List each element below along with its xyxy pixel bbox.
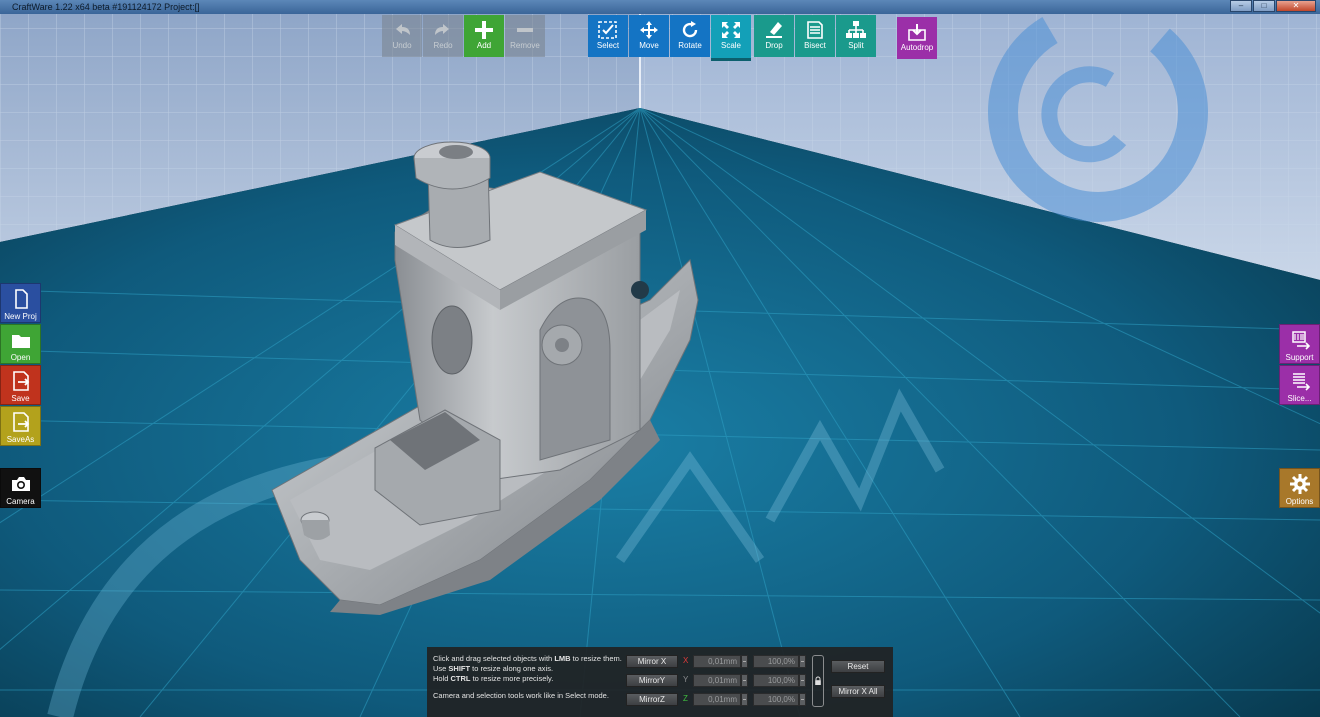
save-icon xyxy=(12,371,29,391)
window-title-bar: CraftWare 1.22 x64 beta #191124172 Proje… xyxy=(0,0,1320,14)
new-project-button[interactable]: New Proj xyxy=(0,283,41,323)
save-button[interactable]: Save xyxy=(0,365,41,405)
options-button[interactable]: Options xyxy=(1279,468,1320,508)
scale-help-text: Click and drag selected objects with LMB… xyxy=(433,654,628,701)
bisect-label: Bisect xyxy=(804,41,826,50)
redo-button[interactable]: Redo xyxy=(423,15,463,57)
move-tool-button[interactable]: Move xyxy=(629,15,669,57)
slice-label: Slice... xyxy=(1287,394,1312,403)
select-icon xyxy=(598,21,617,39)
bisect-icon xyxy=(807,21,823,39)
slice-icon xyxy=(1292,373,1310,391)
axis-x-label: X xyxy=(683,656,689,665)
size-x-field[interactable]: 0,01mm xyxy=(693,655,741,668)
percent-y-field[interactable]: 100,0% xyxy=(753,674,799,687)
reset-button[interactable]: Reset xyxy=(831,660,885,673)
scene-graphic xyxy=(0,14,1320,717)
drop-icon xyxy=(766,22,782,38)
open-label: Open xyxy=(10,353,31,362)
help-note: Camera and selection tools work like in … xyxy=(433,691,609,700)
split-label: Split xyxy=(848,41,864,50)
slice-button[interactable]: Slice... xyxy=(1279,365,1320,405)
percent-z-field[interactable]: 100,0% xyxy=(753,693,799,706)
folder-icon xyxy=(11,335,30,348)
undo-icon xyxy=(396,24,410,35)
minimize-button[interactable]: – xyxy=(1230,0,1252,12)
remove-label: Remove xyxy=(510,41,540,50)
split-tool-button[interactable]: Split xyxy=(836,15,876,57)
open-button[interactable]: Open xyxy=(0,324,41,364)
remove-button[interactable]: Remove xyxy=(505,15,545,57)
lock-icon xyxy=(815,676,821,685)
save-label: Save xyxy=(11,394,30,403)
axis-z-label: Z xyxy=(683,694,688,703)
scale-icon xyxy=(722,22,740,38)
viewport-3d[interactable] xyxy=(0,14,1320,717)
plus-icon xyxy=(475,21,493,39)
support-button[interactable]: Support xyxy=(1279,324,1320,364)
size-z-stepper[interactable] xyxy=(741,693,748,706)
drop-label: Drop xyxy=(765,41,783,50)
rotate-tool-button[interactable]: Rotate xyxy=(670,15,710,57)
save-as-icon xyxy=(12,412,29,432)
add-button[interactable]: Add xyxy=(464,15,504,57)
new-file-icon xyxy=(14,289,28,309)
minus-icon xyxy=(517,28,533,32)
rotate-label: Rotate xyxy=(678,41,702,50)
drop-tool-button[interactable]: Drop xyxy=(754,15,794,57)
split-icon xyxy=(846,21,866,38)
gear-icon xyxy=(1289,474,1310,494)
camera-button[interactable]: Camera xyxy=(0,468,41,508)
size-y-stepper[interactable] xyxy=(741,674,748,687)
uniform-scale-lock[interactable] xyxy=(812,655,824,707)
mirror-x-all-button[interactable]: Mirror X All xyxy=(831,685,885,698)
mirror-x-button[interactable]: Mirror X xyxy=(626,655,678,668)
support-label: Support xyxy=(1285,353,1314,362)
percent-x-field[interactable]: 100,0% xyxy=(753,655,799,668)
save-as-label: SaveAs xyxy=(6,435,35,444)
move-icon xyxy=(640,21,658,39)
add-label: Add xyxy=(476,41,492,50)
save-as-button[interactable]: SaveAs xyxy=(0,406,41,446)
size-y-field[interactable]: 0,01mm xyxy=(693,674,741,687)
maximize-button[interactable]: □ xyxy=(1253,0,1275,12)
redo-icon xyxy=(435,24,449,35)
help-line-1: Click and drag selected objects with LMB… xyxy=(433,654,622,663)
autodrop-label: Autodrop xyxy=(900,43,934,52)
mirror-y-button[interactable]: MirrorY xyxy=(626,674,678,687)
rotate-icon xyxy=(682,21,698,38)
scale-tool-button[interactable]: Scale xyxy=(711,15,751,61)
new-project-label: New Proj xyxy=(4,312,37,321)
close-button[interactable]: ✕ xyxy=(1276,0,1316,12)
scale-label: Scale xyxy=(720,41,741,50)
scale-panel: Click and drag selected objects with LMB… xyxy=(427,647,893,717)
undo-button[interactable]: Undo xyxy=(382,15,422,57)
percent-y-stepper[interactable] xyxy=(799,674,806,687)
percent-x-stepper[interactable] xyxy=(799,655,806,668)
help-line-2: Use SHIFT to resize along one axis. xyxy=(433,664,554,673)
camera-icon xyxy=(11,477,30,491)
camera-label: Camera xyxy=(6,497,35,506)
percent-z-stepper[interactable] xyxy=(799,693,806,706)
bisect-tool-button[interactable]: Bisect xyxy=(795,15,835,57)
select-tool-button[interactable]: Select xyxy=(588,15,628,57)
undo-label: Undo xyxy=(392,41,412,50)
axis-y-label: Y xyxy=(683,675,689,684)
mirror-z-button[interactable]: MirrorZ xyxy=(626,693,678,706)
autodrop-button[interactable]: Autodrop xyxy=(897,17,937,59)
size-z-field[interactable]: 0,01mm xyxy=(693,693,741,706)
select-label: Select xyxy=(596,41,620,50)
size-x-stepper[interactable] xyxy=(741,655,748,668)
options-label: Options xyxy=(1285,497,1314,506)
autodrop-icon xyxy=(908,24,926,41)
move-label: Move xyxy=(639,41,659,50)
support-icon xyxy=(1291,331,1310,350)
help-line-3: Hold CTRL to resize more precisely. xyxy=(433,674,554,683)
window-title: CraftWare 1.22 x64 beta #191124172 Proje… xyxy=(12,2,200,12)
redo-label: Redo xyxy=(433,41,453,50)
